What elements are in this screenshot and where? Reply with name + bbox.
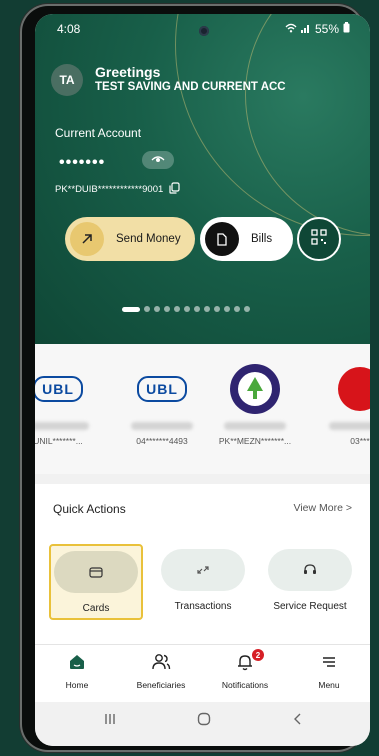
notification-badge: 2 — [252, 649, 264, 661]
nav-label: Beneficiaries — [136, 680, 186, 690]
account-number-row: PK**DUIB************9001 — [55, 182, 180, 197]
nav-menu[interactable]: Menu — [289, 653, 369, 690]
bills-button[interactable]: Bills — [200, 217, 293, 261]
status-icons: 55% — [285, 22, 350, 36]
carousel-dot[interactable] — [224, 306, 230, 312]
beneficiary-account: PK**MEZN*******... — [218, 436, 292, 446]
meezan-bank-logo — [230, 364, 280, 414]
card-icon — [54, 551, 138, 593]
send-money-button[interactable]: Send Money — [65, 217, 195, 261]
carousel-dot[interactable] — [194, 306, 200, 312]
bank-logo — [338, 367, 370, 411]
beneficiary-name-blurred — [35, 422, 89, 430]
account-type-label: Current Account — [55, 126, 142, 140]
carousel-dot[interactable] — [164, 306, 170, 312]
greeting-block: Greetings TEST SAVING AND CURRENT ACC — [95, 64, 286, 93]
menu-icon — [320, 657, 338, 675]
view-more-link[interactable]: View More > — [294, 502, 352, 514]
carousel-dot[interactable] — [244, 306, 250, 312]
quick-action-label: Transactions — [174, 601, 232, 612]
carousel-dot[interactable] — [204, 306, 210, 312]
carousel-indicator[interactable] — [122, 306, 250, 312]
nav-notifications[interactable]: 2 Notifications — [205, 649, 285, 690]
bell-icon — [236, 655, 254, 675]
battery-icon — [343, 22, 350, 36]
quick-action-label: Cards — [82, 603, 110, 614]
nav-label: Menu — [318, 680, 340, 690]
quick-actions-title: Quick Actions — [53, 502, 126, 516]
phone-screen: 4:08 55% TA Greetings TEST SAVING AND CU… — [35, 14, 370, 746]
carousel-dot[interactable] — [154, 306, 160, 312]
bills-label: Bills — [251, 233, 273, 245]
beneficiary-name-blurred — [224, 422, 286, 430]
quick-action-cards[interactable]: Cards — [49, 544, 143, 620]
bottom-navigation: Home Beneficiaries 2 Notifications Menu — [35, 644, 370, 703]
nav-home[interactable]: Home — [37, 653, 117, 690]
carousel-dot[interactable] — [174, 306, 180, 312]
back-icon[interactable] — [291, 712, 305, 731]
transfer-icon — [161, 549, 245, 591]
greeting-text: Greetings — [95, 64, 161, 80]
beneficiary-card[interactable]: 03*** — [315, 364, 370, 446]
quick-actions-section: Quick Actions View More > Cards Transact… — [35, 484, 370, 644]
home-icon — [68, 655, 86, 675]
users-icon — [151, 654, 171, 675]
quick-action-transactions[interactable]: Transactions — [158, 544, 248, 612]
beneficiary-carousel[interactable]: UBL UNIL*******... UBL 04*******4493 PK*… — [35, 344, 370, 474]
signal-icon — [300, 22, 311, 36]
battery-percent: 55% — [314, 22, 339, 36]
show-balance-button[interactable] — [142, 151, 174, 169]
headset-icon — [268, 549, 352, 591]
beneficiary-card[interactable]: UBL UNIL*******... — [35, 364, 103, 446]
beneficiary-account: UNIL*******... — [35, 436, 83, 446]
home-button-icon[interactable] — [197, 712, 211, 731]
wifi-icon — [285, 22, 297, 36]
arrow-up-right-icon — [70, 222, 104, 256]
ubl-logo: UBL — [35, 376, 83, 402]
avatar[interactable]: TA — [51, 64, 83, 96]
masked-balance: ••••••• — [59, 154, 106, 171]
bill-icon — [205, 222, 239, 256]
account-hero: 4:08 55% TA Greetings TEST SAVING AND CU… — [35, 14, 370, 344]
nav-label: Notifications — [221, 680, 269, 690]
beneficiary-name-blurred — [329, 422, 370, 430]
carousel-dot[interactable] — [234, 306, 240, 312]
account-title: TEST SAVING AND CURRENT ACC — [95, 81, 286, 93]
send-money-label: Send Money — [116, 233, 181, 245]
beneficiary-name-blurred — [131, 422, 193, 430]
eye-icon — [151, 151, 165, 169]
beneficiary-card[interactable]: PK**MEZN*******... — [210, 364, 300, 446]
carousel-dot[interactable] — [184, 306, 190, 312]
carousel-dot-active[interactable] — [122, 306, 140, 312]
beneficiary-card[interactable]: UBL 04*******4493 — [117, 364, 207, 446]
recent-apps-icon[interactable] — [103, 712, 117, 731]
quick-action-label: Service Request — [273, 601, 347, 612]
system-navigation-bar — [35, 702, 370, 746]
beneficiary-account: 04*******4493 — [136, 436, 188, 446]
nav-label: Home — [65, 680, 89, 690]
account-number: PK**DUIB************9001 — [55, 184, 164, 195]
ubl-logo: UBL — [137, 376, 187, 402]
carousel-dot[interactable] — [144, 306, 150, 312]
qr-scan-button[interactable] — [297, 217, 341, 261]
quick-action-service-request[interactable]: Service Request — [265, 544, 355, 612]
front-camera — [199, 26, 209, 36]
qr-icon — [311, 228, 327, 250]
status-time: 4:08 — [57, 22, 81, 36]
beneficiary-account: 03*** — [350, 436, 370, 446]
nav-beneficiaries[interactable]: Beneficiaries — [121, 653, 201, 690]
copy-icon[interactable] — [169, 182, 180, 197]
carousel-dot[interactable] — [214, 306, 220, 312]
